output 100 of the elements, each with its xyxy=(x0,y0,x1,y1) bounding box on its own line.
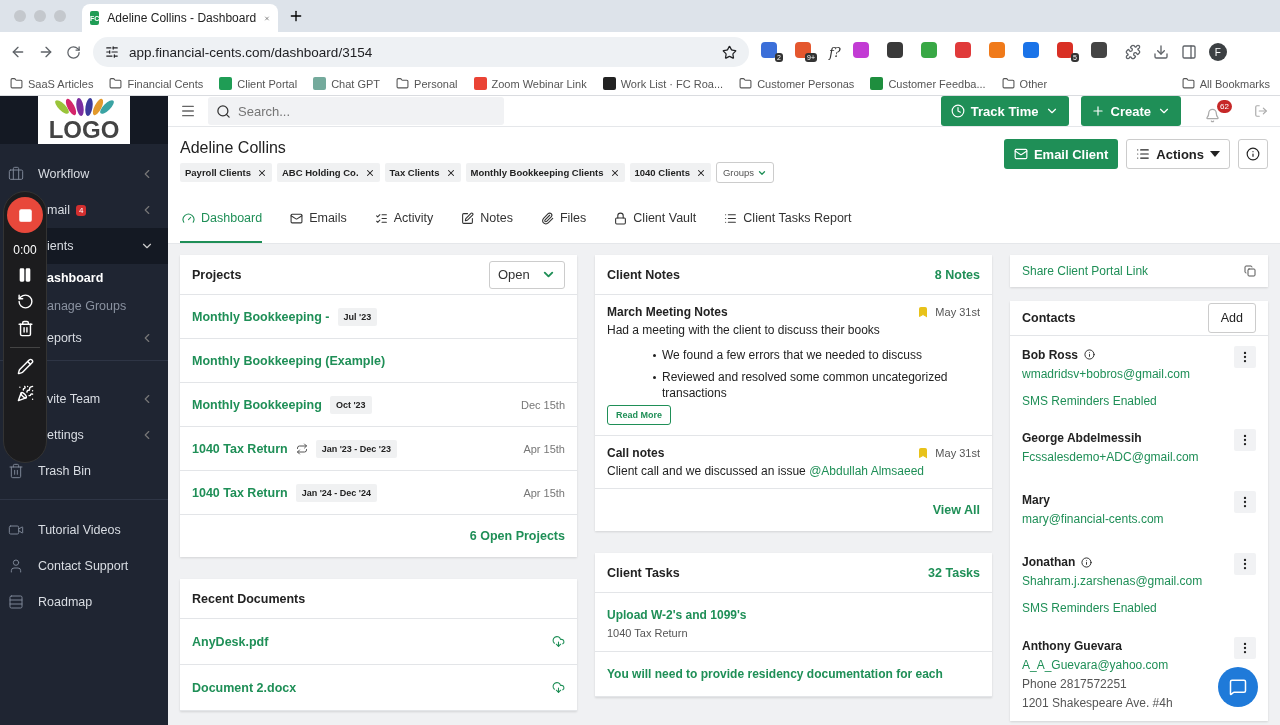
create-button[interactable]: Create xyxy=(1080,96,1181,126)
track-time-button[interactable]: Track Time xyxy=(940,96,1069,126)
sidebar-item[interactable]: Roadmap xyxy=(0,584,168,620)
task-link[interactable]: Upload W-2's and 1099's xyxy=(607,605,747,625)
mention-link[interactable]: @Abdullah Almsaeed xyxy=(809,464,925,478)
forward-icon[interactable] xyxy=(38,44,54,60)
all-bookmarks[interactable]: All Bookmarks xyxy=(1181,77,1270,90)
group-chip: ABC Holding Co. xyxy=(277,163,380,182)
menu-icon[interactable] xyxy=(180,103,196,119)
bookmark[interactable]: Financial Cents xyxy=(109,77,204,90)
view-all-link[interactable]: View All xyxy=(932,503,980,517)
contact-email[interactable]: Shahram.j.zarshenas@gmail.com xyxy=(1022,574,1203,589)
remove-icon[interactable] xyxy=(695,167,706,178)
info-button[interactable] xyxy=(1238,139,1268,169)
project-link[interactable]: 1040 Tax Return xyxy=(192,485,288,500)
reload-icon[interactable] xyxy=(66,44,81,60)
tab[interactable]: Notes xyxy=(459,211,513,243)
remove-icon[interactable] xyxy=(364,167,375,178)
sidebar-item[interactable]: vite Team xyxy=(47,381,168,417)
contact-email[interactable]: mary@financial-cents.com xyxy=(1022,512,1164,527)
bookmark[interactable]: Customer Personas xyxy=(739,77,855,90)
contact-email[interactable]: Fcssalesdemo+ADC@gmail.com xyxy=(1022,450,1199,465)
restart-icon[interactable] xyxy=(16,293,34,310)
bookmark[interactable]: Customer Feedba... xyxy=(870,77,986,90)
bookmark[interactable]: Work List · FC Roa... xyxy=(602,77,724,90)
sidebar-subitem[interactable]: anage Groups xyxy=(47,292,168,320)
effects-icon[interactable] xyxy=(16,385,34,402)
remove-icon[interactable] xyxy=(609,167,620,178)
bookmark[interactable]: Personal xyxy=(396,77,458,90)
copy-icon[interactable] xyxy=(1244,265,1256,277)
email-client-button[interactable]: Email Client xyxy=(1003,139,1119,169)
mail-icon xyxy=(290,211,304,225)
bookmark[interactable]: Chat GPT xyxy=(313,77,381,90)
bookmark[interactable]: Client Portal xyxy=(219,77,298,90)
bookmark[interactable]: Zoom Webinar Link xyxy=(473,77,587,90)
more-button[interactable] xyxy=(1234,345,1256,368)
download-icon[interactable] xyxy=(1152,44,1169,60)
extensions-icon[interactable] xyxy=(1124,44,1141,60)
remove-icon[interactable] xyxy=(445,167,456,178)
remove-icon[interactable] xyxy=(257,167,267,178)
contact-email[interactable]: A_A_Guevara@yahoo.com xyxy=(1022,657,1169,672)
sidebar-subitem[interactable]: ashboard xyxy=(47,264,168,292)
chat-button[interactable] xyxy=(1218,667,1258,707)
profile-avatar[interactable]: F xyxy=(1208,43,1227,61)
sidebar-item[interactable]: Workflow xyxy=(0,156,168,192)
project-link[interactable]: Monthly Bookkeeping - xyxy=(192,309,330,324)
notes-count-link[interactable]: 8 Notes xyxy=(934,267,980,282)
sidebar-item[interactable]: Trash Bin xyxy=(0,453,168,489)
sidebar-item[interactable]: ettings xyxy=(47,417,168,453)
document-link[interactable]: Document 2.docx xyxy=(192,680,297,695)
notifications-button[interactable]: 62 xyxy=(1205,99,1232,123)
project-link[interactable]: Monthly Bookkeeping (Example) xyxy=(192,353,386,368)
note-date: May 31st xyxy=(935,447,980,459)
download-icon[interactable] xyxy=(552,681,565,694)
site-settings-icon xyxy=(105,45,119,59)
project-link[interactable]: 1040 Tax Return xyxy=(192,441,288,456)
status-select[interactable]: Open xyxy=(489,260,565,289)
pause-icon[interactable] xyxy=(17,267,33,283)
tab[interactable]: Dashboard xyxy=(180,211,263,243)
project-link[interactable]: Monthly Bookkeeping xyxy=(192,397,322,412)
contact-email[interactable]: wmadridsv+bobros@gmail.com xyxy=(1022,366,1190,381)
actions-button[interactable]: Actions xyxy=(1126,139,1230,169)
tasks-count-link[interactable]: 32 Tasks xyxy=(928,565,980,580)
bookmark[interactable]: SaaS Articles xyxy=(10,77,94,90)
read-more-button[interactable]: Read More xyxy=(607,405,671,425)
tab[interactable]: Activity xyxy=(372,211,434,243)
back-icon[interactable] xyxy=(10,44,26,60)
search-field[interactable]: Search... xyxy=(208,97,504,125)
address-bar[interactable]: app.financial-cents.com/dashboard/3154 xyxy=(93,37,749,67)
tab[interactable]: Files xyxy=(538,211,587,243)
add-contact-button[interactable]: Add xyxy=(1207,302,1256,333)
more-button[interactable] xyxy=(1234,636,1256,659)
period-tag: Oct '23 xyxy=(329,395,372,414)
sidebar-item[interactable]: Tutorial Videos xyxy=(0,512,168,548)
bookmark-star-icon[interactable] xyxy=(722,44,737,60)
sidebar-item[interactable]: Contact Support xyxy=(0,548,168,584)
sidebar-item[interactable]: mail 4 xyxy=(47,192,168,228)
groups-button[interactable]: Groups xyxy=(715,162,775,183)
share-portal-link[interactable]: Share Client Portal Link xyxy=(1022,264,1149,278)
more-button[interactable] xyxy=(1234,553,1256,576)
sidebar-item[interactable]: ients xyxy=(47,228,168,264)
period-tag: Jul '23 xyxy=(337,307,378,326)
briefcase-icon xyxy=(8,166,24,182)
bookmark[interactable]: Other xyxy=(1001,77,1048,90)
pencil-icon[interactable] xyxy=(16,358,34,375)
more-button[interactable] xyxy=(1234,491,1256,514)
stop-record-button[interactable] xyxy=(7,197,43,233)
download-icon[interactable] xyxy=(552,635,565,648)
extension-icon[interactable]: f? xyxy=(829,44,841,60)
tab[interactable]: Client Vault xyxy=(612,211,697,243)
open-projects-link[interactable]: 6 Open Projects xyxy=(469,529,565,543)
task-link[interactable]: You will need to provide residency documentation for each xyxy=(607,664,943,684)
more-button[interactable] xyxy=(1234,429,1256,452)
delete-icon[interactable] xyxy=(16,320,34,337)
tab[interactable]: Client Tasks Report xyxy=(722,211,852,243)
document-link[interactable]: AnyDesk.pdf xyxy=(192,634,269,649)
new-tab-icon[interactable] xyxy=(288,8,304,24)
tab[interactable]: Emails xyxy=(288,211,347,243)
side-panel-icon[interactable] xyxy=(1180,44,1197,60)
sidebar-item[interactable]: eports xyxy=(47,320,168,356)
